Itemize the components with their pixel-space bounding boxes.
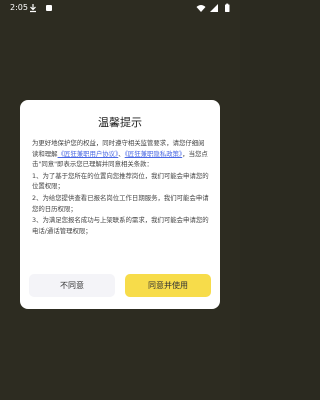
status-bar: 2:05 <box>0 0 240 16</box>
status-time: 2:05 <box>10 3 28 12</box>
battery-icon <box>225 3 230 12</box>
user-agreement-link[interactable]: 《匠狂兼职用户协议》 <box>58 150 119 158</box>
dialog-intro: 为更好地保护您的权益，同时遵守相关监管要求，请您仔细阅读和理解《匠狂兼职用户协议… <box>32 138 210 170</box>
permission-item-calendar: 2、为给您提供查看已报名岗位工作日期服务，我们可能会申请您的日历权限； <box>32 193 209 213</box>
permission-item-phone: 3、为满足您报名成功与上架联系的需求，我们可能会申请您的电话/通话管理权限； <box>32 216 209 235</box>
signal-icon <box>210 4 218 12</box>
screen: 2:05 温馨提示 为更好地保护您的权益，同时遵守相关监管要求，请您仔细阅读和理… <box>0 0 240 400</box>
status-left-icons <box>28 3 54 13</box>
wifi-icon <box>196 5 206 12</box>
decline-button[interactable]: 不同意 <box>29 274 115 297</box>
permission-item-location: 1、为了基于您所在的位置向您推荐岗位，我们可能会申请您的位置权限； <box>32 171 209 191</box>
app-icon <box>46 5 52 11</box>
privacy-policy-link[interactable]: 《匠狂兼职隐私政策》 <box>125 150 183 158</box>
accept-button[interactable]: 同意并使用 <box>125 274 211 297</box>
dialog-body: 为更好地保护您的权益，同时遵守相关监管要求，请您仔细阅读和理解《匠狂兼职用户协议… <box>32 138 210 237</box>
status-right-icons <box>196 3 232 13</box>
download-icon <box>30 4 36 13</box>
privacy-dialog: 温馨提示 为更好地保护您的权益，同时遵守相关监管要求，请您仔细阅读和理解《匠狂兼… <box>20 100 220 309</box>
dialog-title: 温馨提示 <box>98 116 142 129</box>
